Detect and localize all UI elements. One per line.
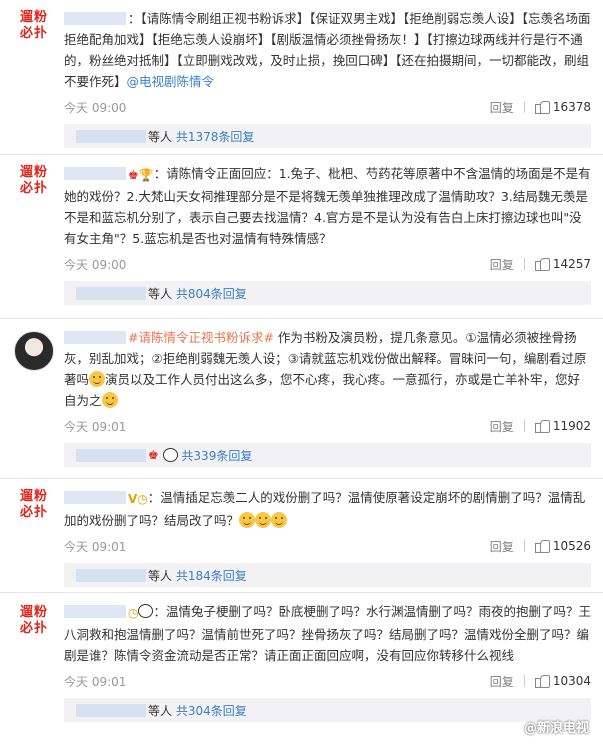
view-replies-link[interactable]: 共184条回复 bbox=[176, 567, 247, 584]
username[interactable] bbox=[64, 605, 126, 618]
username[interactable] bbox=[64, 167, 126, 180]
like-button[interactable]: 11902 bbox=[534, 419, 591, 433]
avatar[interactable]: 遛粉 必扑 bbox=[14, 10, 54, 50]
avatar[interactable]: 遛粉 必扑 bbox=[14, 165, 54, 205]
reply-summary[interactable]: ♚ 共339条回复 bbox=[64, 443, 591, 467]
divider bbox=[523, 540, 525, 552]
heart-badge-icon: ♚ bbox=[148, 448, 159, 462]
hashtag-link[interactable]: #请陈情令正视书粉诉求# bbox=[128, 330, 274, 345]
clock-badge-icon: ◷ bbox=[137, 492, 148, 506]
view-replies-link[interactable]: 共804条回复 bbox=[176, 285, 247, 302]
reply-summary[interactable]: 等人 共1378条回复 bbox=[64, 124, 591, 148]
comment-text: #请陈情令正视书粉诉求# 作为书粉及演员粉，提几条意见。①温情必须被挫骨扬灰，别… bbox=[64, 330, 587, 408]
vip-badge-icon: 🏆 bbox=[138, 168, 154, 182]
username[interactable] bbox=[64, 12, 126, 25]
timestamp: 今天 09:00 bbox=[64, 100, 127, 115]
reply-button[interactable]: 回复 bbox=[490, 673, 514, 690]
like-button[interactable]: 14257 bbox=[534, 257, 591, 271]
like-button[interactable]: 10304 bbox=[534, 674, 591, 688]
replier-name[interactable] bbox=[76, 129, 146, 143]
comment-meta: 今天 09:00 回复 16378 bbox=[64, 94, 591, 120]
verified-badge-icon: V bbox=[128, 492, 138, 506]
reply-summary[interactable]: 等人 共304条回复 bbox=[64, 698, 591, 722]
avatar[interactable] bbox=[14, 331, 54, 371]
replier-name[interactable] bbox=[76, 448, 146, 462]
reply-button[interactable]: 回复 bbox=[490, 99, 514, 116]
timestamp: 今天 09:01 bbox=[64, 674, 127, 689]
timestamp: 今天 09:01 bbox=[64, 419, 127, 434]
like-count: 16378 bbox=[552, 100, 591, 114]
timestamp: 今天 09:00 bbox=[64, 257, 127, 272]
thumbs-up-icon bbox=[534, 419, 550, 433]
like-count: 10304 bbox=[552, 674, 591, 688]
divider bbox=[523, 420, 525, 432]
timestamp: 今天 09:01 bbox=[64, 539, 127, 554]
reply-summary[interactable]: 等人 共804条回复 bbox=[64, 281, 591, 305]
comment-item: 遛粉 必扑 V◷：温情插足忘羡二人的戏份删了吗？温情使原著设定崩坏的剧情删了吗？… bbox=[0, 479, 603, 593]
comment-meta: 今天 09:01 回复 10526 bbox=[64, 533, 591, 559]
comment-feed: 遛粉 必扑 ：【请陈情令刷组正视书粉诉求】【保证双男主戏】【拒绝削弱忘羡人设】【… bbox=[0, 0, 603, 744]
view-replies-link[interactable]: 共1378条回复 bbox=[176, 128, 255, 145]
avatar[interactable]: 遛粉 必扑 bbox=[14, 605, 54, 645]
mention-link[interactable]: @电视剧陈情令 bbox=[127, 74, 215, 89]
comment-text: V◷：温情插足忘羡二人的戏份删了吗？温情使原著设定崩坏的剧情删了吗？温情乱加的戏… bbox=[64, 490, 586, 528]
divider bbox=[523, 101, 525, 113]
like-count: 14257 bbox=[552, 257, 591, 271]
thumbs-up-icon bbox=[534, 257, 550, 271]
comment-meta: 今天 09:01 回复 11902 bbox=[64, 413, 591, 439]
comment-meta: 今天 09:01 回复 10304 bbox=[64, 668, 591, 694]
thumbs-up-icon bbox=[534, 674, 550, 688]
comment-text: ◷ ：温情兔子梗删了吗？卧底梗删了吗？水行渊温情删了吗？雨夜的抱删了吗？王八洞救和… bbox=[64, 604, 591, 663]
avatar[interactable]: 遛粉 必扑 bbox=[14, 489, 54, 529]
thumbs-up-icon bbox=[534, 539, 550, 553]
comment-item: 遛粉 必扑 ◷ ：温情兔子梗删了吗？卧底梗删了吗？水行渊温情删了吗？雨夜的抱删了吗… bbox=[0, 593, 603, 744]
clock-badge-icon: ◷ bbox=[128, 606, 139, 620]
laugh-emoji-icon bbox=[255, 512, 272, 528]
replier-name[interactable] bbox=[76, 703, 146, 717]
comment-item: #请陈情令正视书粉诉求# 作为书粉及演员粉，提几条意见。①温情必须被挫骨扬灰，别… bbox=[0, 319, 603, 479]
comment-item: 遛粉 必扑 ：【请陈情令刷组正视书粉诉求】【保证双男主戏】【拒绝削弱忘羡人设】【… bbox=[0, 0, 603, 155]
heart-badge-icon: ♚ bbox=[128, 168, 139, 182]
divider bbox=[523, 258, 525, 270]
view-replies-link[interactable]: 共304条回复 bbox=[176, 702, 247, 719]
comment-item: 遛粉 必扑 ♚🏆：请陈情令正面回应：1.兔子、枇杷、芍药花等原著中不含温情的场面… bbox=[0, 155, 603, 319]
comment-meta: 今天 09:00 回复 14257 bbox=[64, 251, 591, 277]
username[interactable] bbox=[64, 491, 126, 504]
panda-badge-icon bbox=[138, 604, 154, 618]
thumbs-up-icon bbox=[534, 100, 550, 114]
reply-button[interactable]: 回复 bbox=[490, 418, 514, 435]
laugh-emoji-icon bbox=[239, 512, 256, 528]
like-button[interactable]: 16378 bbox=[534, 100, 591, 114]
username[interactable] bbox=[64, 331, 126, 344]
reply-button[interactable]: 回复 bbox=[490, 538, 514, 555]
smile-emoji-icon bbox=[89, 371, 106, 387]
comment-text: ♚🏆：请陈情令正面回应：1.兔子、枇杷、芍药花等原著中不含温情的场面是不是有她的… bbox=[64, 166, 591, 246]
comment-text: ：【请陈情令刷组正视书粉诉求】【保证双男主戏】【拒绝削弱忘羡人设】【忘羡名场面拒… bbox=[64, 11, 591, 89]
like-count: 11902 bbox=[552, 419, 591, 433]
smile-emoji-icon bbox=[101, 392, 118, 408]
watermark: @新浪电视 bbox=[523, 721, 589, 736]
reply-summary[interactable]: 等人 共184条回复 bbox=[64, 563, 591, 587]
reply-button[interactable]: 回复 bbox=[490, 256, 514, 273]
like-button[interactable]: 10526 bbox=[534, 539, 591, 553]
view-replies-link[interactable]: 共339条回复 bbox=[181, 447, 252, 464]
like-count: 10526 bbox=[552, 539, 591, 553]
divider bbox=[523, 675, 525, 687]
replier-name[interactable] bbox=[76, 568, 146, 582]
replier-name[interactable] bbox=[76, 286, 146, 300]
laugh-emoji-icon bbox=[271, 512, 288, 528]
panda-badge-icon bbox=[162, 448, 178, 462]
